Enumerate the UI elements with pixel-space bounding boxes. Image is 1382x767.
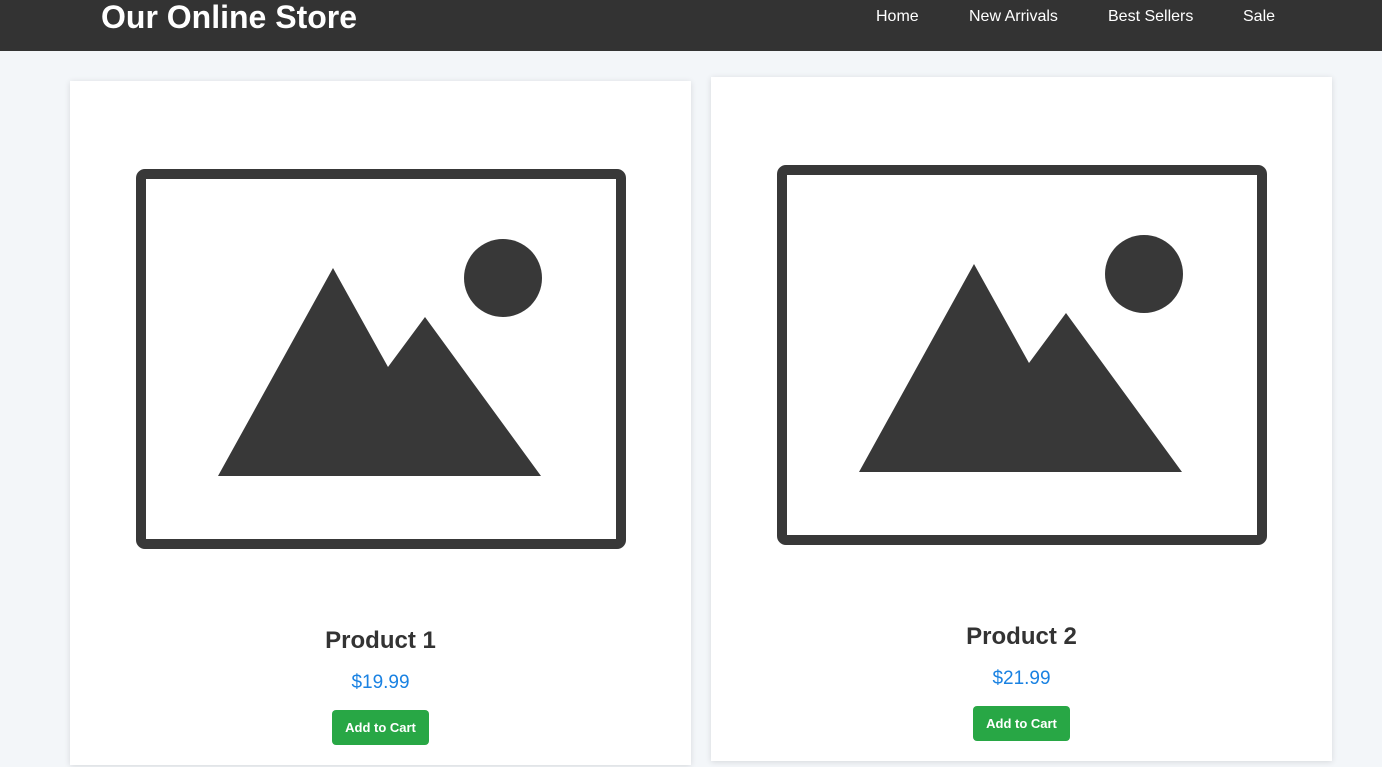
nav-link-home[interactable]: Home	[876, 0, 919, 34]
image-placeholder-icon	[777, 165, 1267, 545]
main-nav: Home New Arrivals Best Sellers Sale	[0, 0, 1382, 34]
top-navbar: Our Online Store Home New Arrivals Best …	[0, 0, 1382, 51]
nav-link-sale[interactable]: Sale	[1243, 0, 1275, 34]
product-name: Product 2	[966, 623, 1077, 650]
product-card: Product 1 $19.99 Add to Cart	[70, 81, 691, 765]
product-price: $19.99	[351, 672, 410, 693]
product-card: Product 2 $21.99 Add to Cart	[711, 77, 1332, 761]
product-name: Product 1	[325, 627, 436, 654]
add-to-cart-button[interactable]: Add to Cart	[332, 710, 429, 745]
product-price: $21.99	[992, 668, 1051, 689]
add-to-cart-button[interactable]: Add to Cart	[973, 706, 1070, 741]
nav-link-new-arrivals[interactable]: New Arrivals	[969, 0, 1058, 34]
nav-link-best-sellers[interactable]: Best Sellers	[1108, 0, 1193, 34]
image-placeholder-icon	[136, 169, 626, 549]
